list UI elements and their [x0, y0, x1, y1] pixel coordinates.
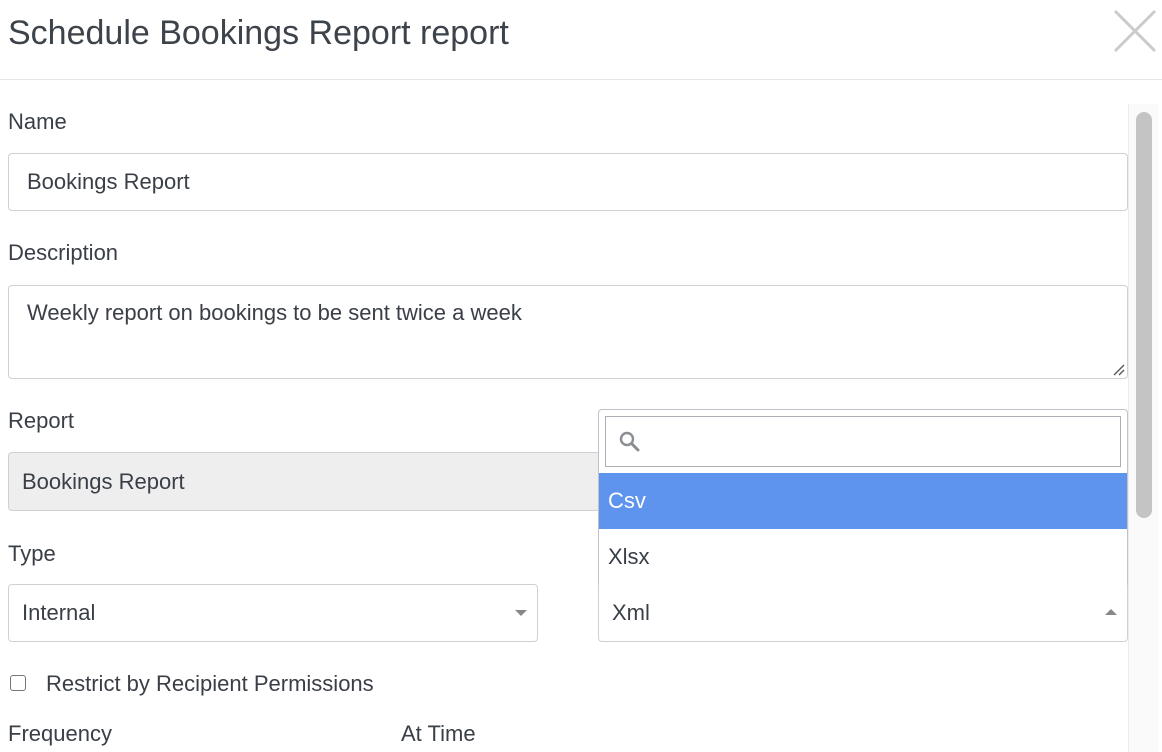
- modal-title: Schedule Bookings Report report: [8, 14, 509, 52]
- chevron-down-icon: [515, 610, 527, 616]
- chevron-up-icon: [1105, 609, 1117, 615]
- type-label: Type: [8, 541, 56, 566]
- description-textarea[interactable]: Weekly report on bookings to be sent twi…: [8, 285, 1128, 379]
- name-label: Name: [8, 109, 67, 134]
- modal-header: Schedule Bookings Report report: [0, 0, 1162, 80]
- format-dropdown: Csv Xlsx: [598, 409, 1128, 585]
- name-input[interactable]: Bookings Report: [8, 153, 1128, 211]
- frequency-label: Frequency: [8, 721, 112, 746]
- report-label: Report: [8, 408, 75, 433]
- dropdown-option-csv[interactable]: Csv: [599, 473, 1127, 529]
- format-select[interactable]: Xml: [598, 584, 1128, 642]
- report-select: Bookings Report: [8, 452, 628, 511]
- close-icon: [1113, 9, 1157, 53]
- search-icon: [619, 431, 640, 452]
- close-button[interactable]: [1110, 6, 1160, 60]
- restrict-label: Restrict by Recipient Permissions: [46, 671, 374, 696]
- resize-grip-icon[interactable]: [1111, 362, 1125, 376]
- report-select-value: Bookings Report: [22, 468, 185, 494]
- restrict-checkbox[interactable]: [10, 675, 26, 691]
- scrollbar-thumb[interactable]: [1136, 112, 1152, 518]
- type-select[interactable]: Internal: [8, 584, 538, 642]
- type-select-value: Internal: [22, 600, 96, 625]
- description-label: Description: [8, 240, 119, 265]
- description-text: Weekly report on bookings to be sent twi…: [27, 300, 522, 325]
- dropdown-option-xlsx[interactable]: Xlsx: [599, 529, 1127, 585]
- at-time-label: At Time: [401, 721, 476, 746]
- dropdown-search-input[interactable]: [605, 416, 1121, 467]
- format-select-value: Xml: [612, 600, 650, 625]
